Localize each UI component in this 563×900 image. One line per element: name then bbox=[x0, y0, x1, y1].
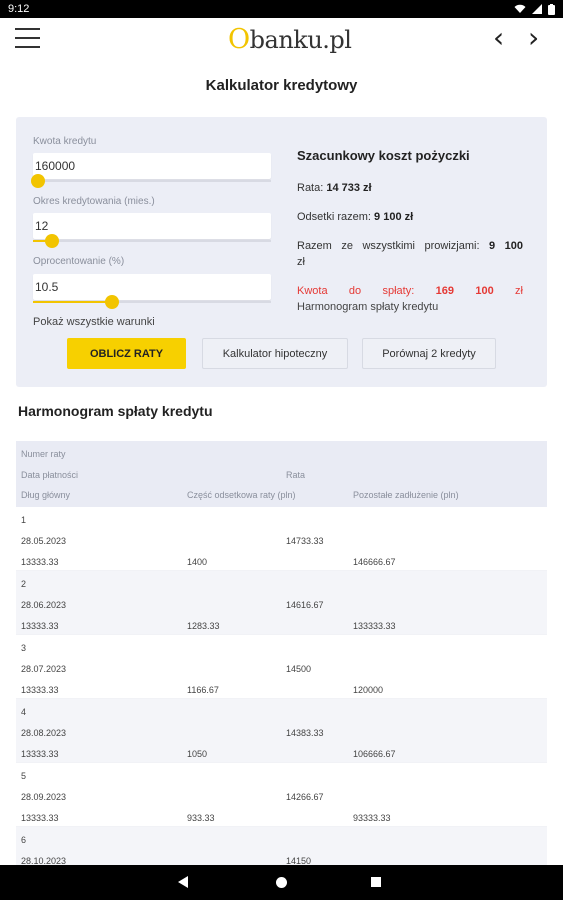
summary-rate-value: 14 733 zł bbox=[326, 182, 372, 194]
row-remaining: 120000 bbox=[353, 685, 384, 695]
mortgage-calculator-button[interactable]: Kalkulator hipoteczny bbox=[202, 338, 348, 369]
table-header: Numer raty Data płatności Rata Dług głów… bbox=[16, 441, 547, 507]
header-interest: Część odsetkowa raty (pln) bbox=[187, 490, 296, 500]
row-installment: 14616.67 bbox=[286, 600, 324, 610]
app-bar: Obanku.pl ‹ › bbox=[0, 18, 563, 60]
row-date: 28.07.2023 bbox=[21, 664, 67, 674]
system-nav-bar bbox=[0, 865, 563, 900]
row-number: 4 bbox=[21, 707, 27, 717]
forward-arrow-icon[interactable]: › bbox=[528, 24, 539, 52]
rate-input[interactable] bbox=[33, 274, 271, 300]
period-label: Okres kredytowania (mies.) bbox=[33, 196, 155, 207]
row-number: 6 bbox=[21, 835, 27, 845]
rate-slider-fill bbox=[33, 301, 107, 303]
period-slider-thumb[interactable] bbox=[45, 234, 59, 248]
schedule-link[interactable]: Harmonogram spłaty kredytu bbox=[297, 299, 523, 315]
status-icons bbox=[514, 3, 555, 15]
row-interest: 1400 bbox=[187, 557, 208, 567]
logo: Obanku.pl bbox=[228, 24, 352, 55]
period-slider[interactable] bbox=[33, 234, 271, 248]
header-principal: Dług główny bbox=[21, 490, 71, 500]
row-date: 28.05.2023 bbox=[21, 536, 67, 546]
wifi-icon bbox=[514, 4, 526, 13]
summary-title: Szacunkowy koszt pożyczki bbox=[297, 148, 470, 163]
summary-total: Razem ze wszystkimi prowizjami: 9 100 zł bbox=[297, 240, 523, 268]
summary-interest-value: 9 100 zł bbox=[374, 211, 414, 223]
schedule-table: Numer raty Data płatności Rata Dług głów… bbox=[16, 441, 547, 891]
back-icon[interactable] bbox=[178, 876, 188, 888]
row-remaining: 133333.33 bbox=[353, 621, 396, 631]
row-date: 28.09.2023 bbox=[21, 792, 67, 802]
row-number: 5 bbox=[21, 771, 27, 781]
signal-icon bbox=[532, 4, 542, 14]
show-all-conditions-link[interactable]: Pokaż wszystkie warunki bbox=[33, 316, 155, 328]
table-row: 3 28.07.2023 14500 13333.33 1166.67 120000 bbox=[16, 635, 547, 699]
row-principal: 13333.33 bbox=[21, 557, 59, 567]
summary-interest: Odsetki razem: 9 100 zł bbox=[297, 211, 414, 223]
compare-loans-button[interactable]: Porównaj 2 kredyty bbox=[362, 338, 496, 369]
row-principal: 13333.33 bbox=[21, 813, 59, 823]
calculator-card: Kwota kredytu Okres kredytowania (mies.)… bbox=[16, 117, 547, 387]
row-installment: 14266.67 bbox=[286, 792, 324, 802]
header-number: Numer raty bbox=[21, 449, 66, 459]
amount-slider[interactable] bbox=[31, 174, 271, 188]
row-installment: 14500 bbox=[286, 664, 312, 674]
row-installment: 14733.33 bbox=[286, 536, 324, 546]
row-number: 1 bbox=[21, 515, 27, 525]
row-installment: 14383.33 bbox=[286, 728, 324, 738]
loan-summary: Szacunkowy koszt pożyczki Rata: 14 733 z… bbox=[297, 148, 523, 315]
page-title: Kalkulator kredytowy bbox=[205, 77, 358, 94]
period-input[interactable] bbox=[33, 213, 271, 239]
row-principal: 13333.33 bbox=[21, 685, 59, 695]
row-interest: 933.33 bbox=[187, 813, 215, 823]
table-row: 5 28.09.2023 14266.67 13333.33 933.33 93333.3… bbox=[16, 763, 547, 827]
summary-rate: Rata: 14 733 zł bbox=[297, 182, 372, 194]
header-installment: Rata bbox=[286, 470, 306, 480]
table-row: 4 28.08.2023 14383.33 13333.33 1050 106666.67 bbox=[16, 699, 547, 763]
recent-apps-icon[interactable] bbox=[371, 877, 381, 887]
table-row: 1 28.05.2023 14733.33 13333.33 1400 146666.67 bbox=[16, 507, 547, 571]
table-row: 2 28.06.2023 14616.67 13333.33 1283.33 133333… bbox=[16, 571, 547, 635]
row-principal: 13333.33 bbox=[21, 621, 59, 631]
header-remaining: Pozostałe zadłużenie (pln) bbox=[353, 490, 459, 500]
amount-slider-thumb[interactable] bbox=[31, 174, 45, 188]
row-date: 28.08.2023 bbox=[21, 728, 67, 738]
row-number: 3 bbox=[21, 643, 27, 653]
row-remaining: 146666.67 bbox=[353, 557, 396, 567]
amount-label: Kwota kredytu bbox=[33, 136, 97, 147]
row-remaining: 93333.33 bbox=[353, 813, 391, 823]
row-interest: 1166.67 bbox=[187, 685, 219, 695]
row-principal: 13333.33 bbox=[21, 749, 59, 759]
status-bar: 9:12 bbox=[0, 0, 563, 18]
summary-repay: Kwota do spłaty: 169 100 zł Harmonogram … bbox=[297, 285, 523, 315]
row-interest: 1283.33 bbox=[187, 621, 220, 631]
schedule-title: Harmonogram spłaty kredytu bbox=[18, 403, 213, 419]
row-number: 2 bbox=[21, 579, 27, 589]
row-remaining: 106666.67 bbox=[353, 749, 396, 759]
summary-total-value: 9 100 bbox=[489, 240, 523, 252]
rate-slider-thumb[interactable] bbox=[105, 295, 119, 309]
summary-repay-value: 169 100 bbox=[435, 285, 494, 297]
calculate-button[interactable]: OBLICZ RATY bbox=[67, 338, 186, 369]
table-body: 1 28.05.2023 14733.33 13333.33 1400 146666.67… bbox=[16, 507, 547, 891]
home-icon[interactable] bbox=[276, 877, 287, 888]
battery-icon bbox=[548, 3, 555, 15]
amount-input[interactable] bbox=[33, 153, 271, 179]
back-arrow-icon[interactable]: ‹ bbox=[493, 24, 504, 52]
header-date: Data płatności bbox=[21, 470, 79, 480]
rate-slider[interactable] bbox=[33, 295, 271, 309]
rate-label: Oprocentowanie (%) bbox=[33, 256, 125, 267]
row-interest: 1050 bbox=[187, 749, 208, 759]
row-date: 28.06.2023 bbox=[21, 600, 67, 610]
menu-icon[interactable] bbox=[15, 28, 40, 50]
status-time: 9:12 bbox=[8, 3, 30, 15]
